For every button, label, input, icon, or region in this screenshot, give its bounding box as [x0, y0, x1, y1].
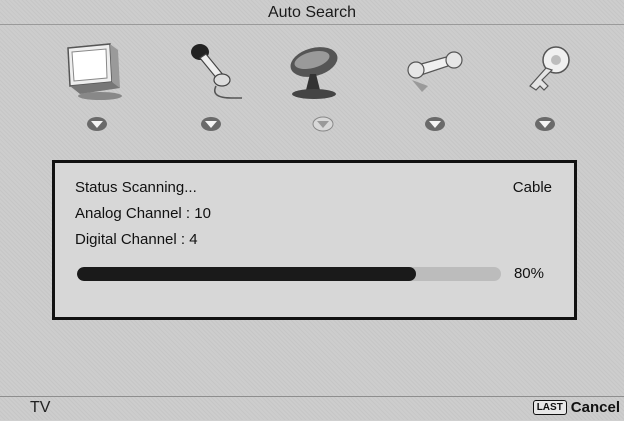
scan-progress-percent: 80% — [513, 265, 544, 282]
chevron-down-icon[interactable] — [200, 116, 222, 132]
channel-icon[interactable] — [280, 40, 350, 102]
setup-icon[interactable] — [402, 40, 472, 102]
auto-search-screen: Auto Search Status Scanning... Cable Ana… — [0, 0, 624, 420]
page-title: Auto Search — [267, 4, 357, 21]
scan-status-panel: Status Scanning... Cable Analog Channel … — [52, 160, 577, 320]
signal-type-label: Cable — [512, 179, 552, 196]
chevron-down-icon[interactable] — [534, 116, 556, 132]
input-source-label: TV — [30, 399, 51, 416]
scan-status-text: Status Scanning... — [75, 179, 197, 196]
digital-channel-count: Digital Channel : 4 — [75, 231, 198, 248]
chevron-down-icon[interactable] — [424, 116, 446, 132]
analog-channel-count: Analog Channel : 10 — [75, 205, 211, 222]
menu-icons-row — [0, 32, 624, 142]
cancel-hint[interactable]: LAST Cancel — [532, 399, 620, 416]
title-bar: Auto Search — [0, 0, 624, 25]
chevron-down-icon[interactable] — [312, 116, 334, 132]
scan-progress-bar — [77, 267, 501, 281]
scan-progress-fill — [77, 267, 417, 281]
chevron-down-icon[interactable] — [86, 116, 108, 132]
last-key-badge: LAST — [532, 400, 567, 415]
audio-icon[interactable] — [176, 40, 246, 102]
footer-bar: TV LAST Cancel — [0, 396, 624, 421]
cancel-label: Cancel — [570, 399, 620, 416]
lock-icon[interactable] — [516, 40, 586, 102]
picture-icon[interactable] — [60, 40, 130, 102]
